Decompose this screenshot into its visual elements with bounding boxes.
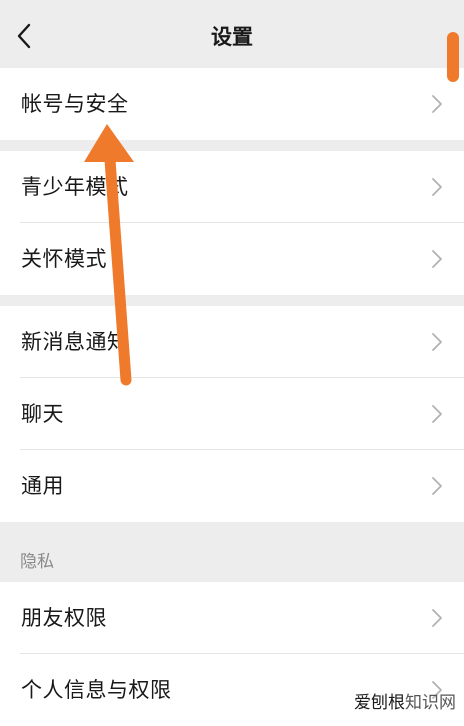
settings-item-label: 新消息通知 bbox=[21, 330, 129, 354]
settings-item-label: 通用 bbox=[21, 474, 64, 498]
settings-item-care-mode[interactable]: 关怀模式 bbox=[0, 223, 464, 295]
watermark-part2: 知识网 bbox=[405, 693, 456, 713]
settings-group-account: 帐号与安全 bbox=[0, 68, 464, 140]
chevron-right-icon bbox=[432, 333, 442, 351]
chevron-right-icon bbox=[432, 405, 442, 423]
chevron-right-icon bbox=[432, 178, 442, 196]
watermark: 爱刨根知识网 bbox=[354, 692, 456, 714]
settings-item-personal-info[interactable]: 个人信息与权限 bbox=[0, 654, 464, 726]
settings-item-chat[interactable]: 聊天 bbox=[0, 378, 464, 450]
settings-item-label: 关怀模式 bbox=[21, 247, 107, 271]
settings-item-friend-permissions[interactable]: 朋友权限 bbox=[0, 582, 464, 654]
settings-item-label: 青少年模式 bbox=[21, 175, 129, 199]
settings-group-general: 新消息通知 聊天 通用 bbox=[0, 306, 464, 522]
page-title: 设置 bbox=[211, 25, 253, 49]
settings-group-modes: 青少年模式 关怀模式 bbox=[0, 151, 464, 295]
chevron-right-icon bbox=[432, 477, 442, 495]
scroll-indicator[interactable] bbox=[447, 32, 459, 82]
chevron-right-icon bbox=[432, 250, 442, 268]
settings-item-notifications[interactable]: 新消息通知 bbox=[0, 306, 464, 378]
settings-item-label: 个人信息与权限 bbox=[21, 678, 172, 702]
section-header-privacy: 隐私 bbox=[20, 552, 54, 572]
watermark-part1: 爱刨根 bbox=[354, 693, 405, 713]
settings-item-account-security[interactable]: 帐号与安全 bbox=[0, 68, 464, 140]
settings-item-label: 朋友权限 bbox=[21, 606, 107, 630]
settings-item-label: 聊天 bbox=[21, 402, 64, 426]
chevron-right-icon bbox=[432, 95, 442, 113]
settings-item-teen-mode[interactable]: 青少年模式 bbox=[0, 151, 464, 223]
settings-item-label: 帐号与安全 bbox=[21, 92, 129, 116]
chevron-right-icon bbox=[432, 609, 442, 627]
settings-item-general[interactable]: 通用 bbox=[0, 450, 464, 522]
nav-bar: 设置 bbox=[0, 0, 464, 68]
